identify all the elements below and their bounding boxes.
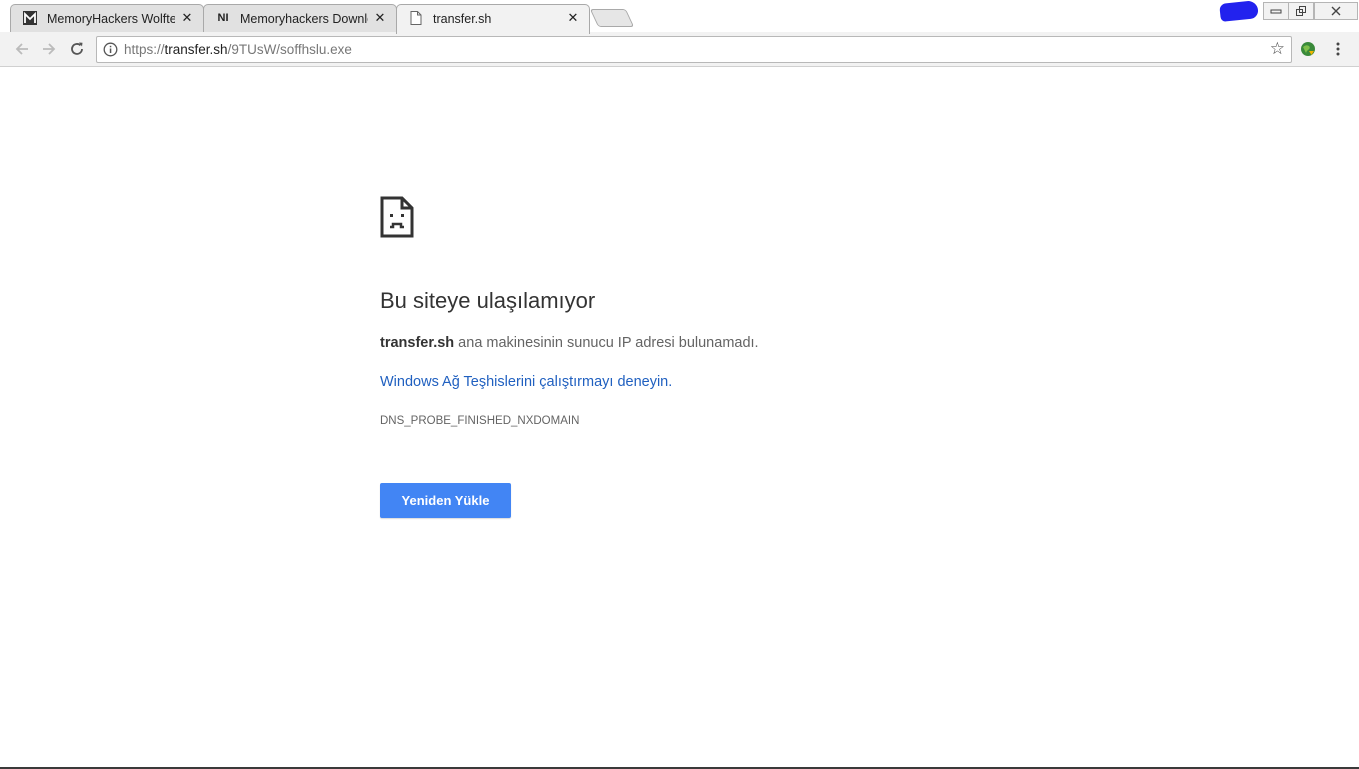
- page-icon: [409, 11, 423, 25]
- close-tab-icon[interactable]: ✕: [180, 11, 194, 25]
- menu-dots-icon[interactable]: [1327, 38, 1349, 60]
- tab-title: transfer.sh: [433, 12, 492, 26]
- error-heading: Bu siteye ulaşılamıyor: [380, 288, 596, 313]
- error-code: DNS_PROBE_FINISHED_NXDOMAIN: [380, 415, 580, 427]
- memoryhackers-ni-icon: NI: [217, 12, 229, 24]
- tab-transfer-sh[interactable]: transfer.sh ✕: [396, 4, 590, 34]
- scribble-annotation: [1219, 0, 1259, 22]
- tab-memoryhackers-wolfteam[interactable]: MemoryHackers Wolftea ✕: [10, 4, 204, 32]
- extension-globe-icon[interactable]: [1297, 38, 1319, 60]
- tab-memoryhackers-download[interactable]: NI Memoryhackers Downloa ✕: [203, 4, 397, 32]
- network-diagnostics-link[interactable]: Windows Ağ Teşhislerini çalıştırmayı den…: [380, 373, 672, 391]
- info-icon[interactable]: [103, 42, 118, 57]
- error-description: transfer.sh ana makinesinin sunucu IP ad…: [380, 335, 759, 351]
- error-host: transfer.sh: [380, 335, 455, 351]
- close-tab-icon[interactable]: ✕: [566, 11, 580, 25]
- minimize-button[interactable]: [1263, 2, 1289, 20]
- bookmark-star-icon[interactable]: ☆: [1270, 40, 1285, 58]
- reload-icon[interactable]: [66, 38, 88, 60]
- close-tab-icon[interactable]: ✕: [373, 11, 387, 25]
- memoryhackers-m-icon: [23, 11, 37, 25]
- tab-strip: MemoryHackers Wolftea ✕ NI Memoryhackers…: [0, 0, 1359, 34]
- forward-arrow-icon[interactable]: [38, 38, 60, 60]
- back-arrow-icon[interactable]: [11, 38, 33, 60]
- reload-button[interactable]: Yeniden Yükle: [380, 483, 511, 518]
- tab-title: MemoryHackers Wolftea: [47, 12, 175, 26]
- sad-page-icon: [380, 196, 414, 238]
- url-text: https://transfer.sh/9TUsW/soffhslu.exe: [124, 42, 352, 57]
- address-bar[interactable]: https://transfer.sh/9TUsW/soffhslu.exe ☆: [96, 36, 1292, 63]
- close-window-button[interactable]: [1314, 2, 1358, 20]
- tab-title: Memoryhackers Downloa: [240, 12, 368, 26]
- new-tab-button[interactable]: [589, 9, 635, 27]
- restore-button[interactable]: [1288, 2, 1314, 20]
- browser-toolbar: https://transfer.sh/9TUsW/soffhslu.exe ☆: [0, 32, 1359, 67]
